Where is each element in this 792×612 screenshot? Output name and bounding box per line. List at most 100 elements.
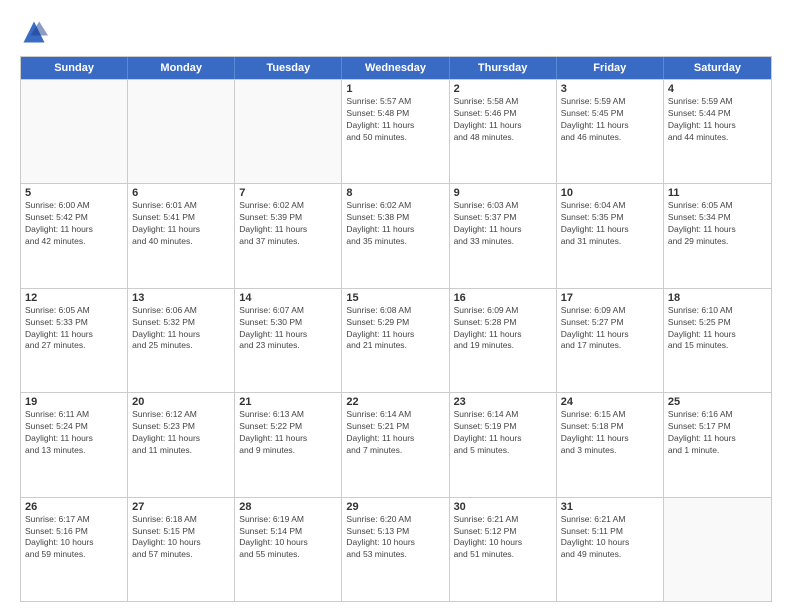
cell-day-number: 6 [132, 187, 230, 199]
cell-info: Sunrise: 6:01 AM Sunset: 5:41 PM Dayligh… [132, 200, 230, 248]
calendar-cell: 24Sunrise: 6:15 AM Sunset: 5:18 PM Dayli… [557, 393, 664, 496]
cell-info: Sunrise: 6:07 AM Sunset: 5:30 PM Dayligh… [239, 305, 337, 353]
cell-day-number: 22 [346, 396, 444, 408]
calendar-row-2: 12Sunrise: 6:05 AM Sunset: 5:33 PM Dayli… [21, 288, 771, 392]
weekday-header-sunday: Sunday [21, 57, 128, 79]
cell-day-number: 30 [454, 501, 552, 513]
calendar-cell: 1Sunrise: 5:57 AM Sunset: 5:48 PM Daylig… [342, 80, 449, 183]
cell-info: Sunrise: 6:14 AM Sunset: 5:21 PM Dayligh… [346, 409, 444, 457]
cell-day-number: 7 [239, 187, 337, 199]
cell-day-number: 1 [346, 83, 444, 95]
cell-day-number: 17 [561, 292, 659, 304]
cell-day-number: 19 [25, 396, 123, 408]
calendar-cell: 11Sunrise: 6:05 AM Sunset: 5:34 PM Dayli… [664, 184, 771, 287]
cell-day-number: 5 [25, 187, 123, 199]
calendar-cell [128, 80, 235, 183]
page: SundayMondayTuesdayWednesdayThursdayFrid… [0, 0, 792, 612]
calendar-row-0: 1Sunrise: 5:57 AM Sunset: 5:48 PM Daylig… [21, 79, 771, 183]
calendar-cell: 30Sunrise: 6:21 AM Sunset: 5:12 PM Dayli… [450, 498, 557, 601]
calendar-cell [664, 498, 771, 601]
calendar-cell: 22Sunrise: 6:14 AM Sunset: 5:21 PM Dayli… [342, 393, 449, 496]
calendar-cell: 9Sunrise: 6:03 AM Sunset: 5:37 PM Daylig… [450, 184, 557, 287]
cell-day-number: 15 [346, 292, 444, 304]
logo [20, 18, 52, 46]
cell-day-number: 27 [132, 501, 230, 513]
cell-day-number: 3 [561, 83, 659, 95]
cell-info: Sunrise: 6:02 AM Sunset: 5:39 PM Dayligh… [239, 200, 337, 248]
calendar-cell: 27Sunrise: 6:18 AM Sunset: 5:15 PM Dayli… [128, 498, 235, 601]
calendar-cell: 16Sunrise: 6:09 AM Sunset: 5:28 PM Dayli… [450, 289, 557, 392]
cell-info: Sunrise: 5:59 AM Sunset: 5:45 PM Dayligh… [561, 96, 659, 144]
calendar-row-3: 19Sunrise: 6:11 AM Sunset: 5:24 PM Dayli… [21, 392, 771, 496]
calendar-cell: 2Sunrise: 5:58 AM Sunset: 5:46 PM Daylig… [450, 80, 557, 183]
calendar-cell: 13Sunrise: 6:06 AM Sunset: 5:32 PM Dayli… [128, 289, 235, 392]
cell-info: Sunrise: 6:09 AM Sunset: 5:27 PM Dayligh… [561, 305, 659, 353]
cell-day-number: 10 [561, 187, 659, 199]
calendar-cell: 7Sunrise: 6:02 AM Sunset: 5:39 PM Daylig… [235, 184, 342, 287]
cell-day-number: 14 [239, 292, 337, 304]
calendar-cell: 19Sunrise: 6:11 AM Sunset: 5:24 PM Dayli… [21, 393, 128, 496]
cell-day-number: 29 [346, 501, 444, 513]
cell-info: Sunrise: 5:57 AM Sunset: 5:48 PM Dayligh… [346, 96, 444, 144]
calendar-row-4: 26Sunrise: 6:17 AM Sunset: 5:16 PM Dayli… [21, 497, 771, 601]
cell-info: Sunrise: 6:05 AM Sunset: 5:34 PM Dayligh… [668, 200, 767, 248]
cell-day-number: 31 [561, 501, 659, 513]
cell-info: Sunrise: 6:12 AM Sunset: 5:23 PM Dayligh… [132, 409, 230, 457]
cell-day-number: 4 [668, 83, 767, 95]
cell-info: Sunrise: 5:59 AM Sunset: 5:44 PM Dayligh… [668, 96, 767, 144]
header [20, 18, 772, 46]
weekday-header-wednesday: Wednesday [342, 57, 449, 79]
cell-day-number: 23 [454, 396, 552, 408]
calendar-cell: 10Sunrise: 6:04 AM Sunset: 5:35 PM Dayli… [557, 184, 664, 287]
cell-day-number: 20 [132, 396, 230, 408]
calendar-cell: 20Sunrise: 6:12 AM Sunset: 5:23 PM Dayli… [128, 393, 235, 496]
cell-info: Sunrise: 6:21 AM Sunset: 5:11 PM Dayligh… [561, 514, 659, 562]
calendar-row-1: 5Sunrise: 6:00 AM Sunset: 5:42 PM Daylig… [21, 183, 771, 287]
cell-info: Sunrise: 6:09 AM Sunset: 5:28 PM Dayligh… [454, 305, 552, 353]
cell-info: Sunrise: 6:02 AM Sunset: 5:38 PM Dayligh… [346, 200, 444, 248]
cell-info: Sunrise: 6:08 AM Sunset: 5:29 PM Dayligh… [346, 305, 444, 353]
cell-info: Sunrise: 6:04 AM Sunset: 5:35 PM Dayligh… [561, 200, 659, 248]
cell-info: Sunrise: 6:03 AM Sunset: 5:37 PM Dayligh… [454, 200, 552, 248]
calendar: SundayMondayTuesdayWednesdayThursdayFrid… [20, 56, 772, 602]
calendar-cell: 6Sunrise: 6:01 AM Sunset: 5:41 PM Daylig… [128, 184, 235, 287]
cell-info: Sunrise: 6:06 AM Sunset: 5:32 PM Dayligh… [132, 305, 230, 353]
calendar-cell: 17Sunrise: 6:09 AM Sunset: 5:27 PM Dayli… [557, 289, 664, 392]
cell-day-number: 9 [454, 187, 552, 199]
cell-info: Sunrise: 6:11 AM Sunset: 5:24 PM Dayligh… [25, 409, 123, 457]
calendar-cell: 26Sunrise: 6:17 AM Sunset: 5:16 PM Dayli… [21, 498, 128, 601]
cell-day-number: 26 [25, 501, 123, 513]
cell-info: Sunrise: 6:16 AM Sunset: 5:17 PM Dayligh… [668, 409, 767, 457]
weekday-header-saturday: Saturday [664, 57, 771, 79]
calendar-cell: 21Sunrise: 6:13 AM Sunset: 5:22 PM Dayli… [235, 393, 342, 496]
weekday-header-thursday: Thursday [450, 57, 557, 79]
cell-info: Sunrise: 6:13 AM Sunset: 5:22 PM Dayligh… [239, 409, 337, 457]
calendar-header: SundayMondayTuesdayWednesdayThursdayFrid… [21, 57, 771, 79]
cell-info: Sunrise: 6:21 AM Sunset: 5:12 PM Dayligh… [454, 514, 552, 562]
calendar-cell: 28Sunrise: 6:19 AM Sunset: 5:14 PM Dayli… [235, 498, 342, 601]
calendar-cell: 18Sunrise: 6:10 AM Sunset: 5:25 PM Dayli… [664, 289, 771, 392]
cell-day-number: 18 [668, 292, 767, 304]
cell-info: Sunrise: 5:58 AM Sunset: 5:46 PM Dayligh… [454, 96, 552, 144]
cell-day-number: 28 [239, 501, 337, 513]
cell-info: Sunrise: 6:14 AM Sunset: 5:19 PM Dayligh… [454, 409, 552, 457]
weekday-header-monday: Monday [128, 57, 235, 79]
calendar-cell [21, 80, 128, 183]
cell-info: Sunrise: 6:20 AM Sunset: 5:13 PM Dayligh… [346, 514, 444, 562]
calendar-cell: 31Sunrise: 6:21 AM Sunset: 5:11 PM Dayli… [557, 498, 664, 601]
calendar-cell: 29Sunrise: 6:20 AM Sunset: 5:13 PM Dayli… [342, 498, 449, 601]
weekday-header-tuesday: Tuesday [235, 57, 342, 79]
calendar-cell: 14Sunrise: 6:07 AM Sunset: 5:30 PM Dayli… [235, 289, 342, 392]
cell-info: Sunrise: 6:10 AM Sunset: 5:25 PM Dayligh… [668, 305, 767, 353]
calendar-cell [235, 80, 342, 183]
cell-day-number: 13 [132, 292, 230, 304]
cell-info: Sunrise: 6:17 AM Sunset: 5:16 PM Dayligh… [25, 514, 123, 562]
calendar-cell: 23Sunrise: 6:14 AM Sunset: 5:19 PM Dayli… [450, 393, 557, 496]
cell-day-number: 11 [668, 187, 767, 199]
cell-info: Sunrise: 6:15 AM Sunset: 5:18 PM Dayligh… [561, 409, 659, 457]
cell-day-number: 12 [25, 292, 123, 304]
cell-day-number: 25 [668, 396, 767, 408]
cell-day-number: 16 [454, 292, 552, 304]
calendar-cell: 3Sunrise: 5:59 AM Sunset: 5:45 PM Daylig… [557, 80, 664, 183]
calendar-cell: 25Sunrise: 6:16 AM Sunset: 5:17 PM Dayli… [664, 393, 771, 496]
